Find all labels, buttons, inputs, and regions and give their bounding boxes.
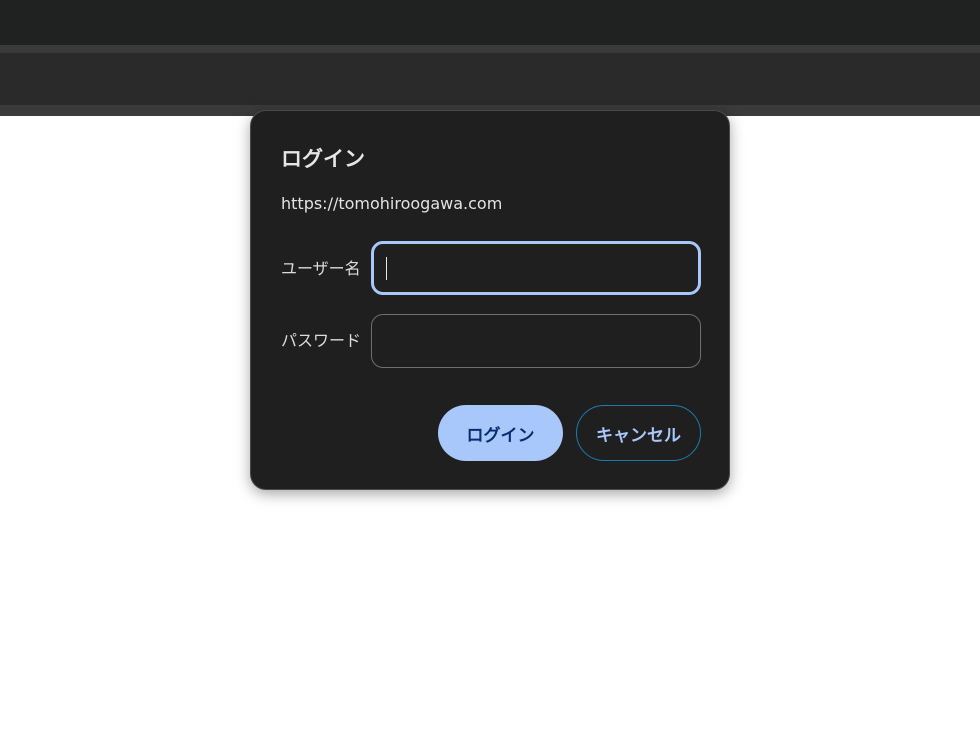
dialog-title: ログイン	[281, 147, 365, 171]
tab-strip-divider	[0, 45, 980, 53]
page: ログイン https://tomohiroogawa.com ユーザー名 パスワ…	[0, 0, 980, 735]
username-input[interactable]	[371, 241, 701, 295]
login-button[interactable]: ログイン	[438, 405, 563, 461]
password-label: パスワード	[281, 331, 362, 350]
dialog-origin-url: https://tomohiroogawa.com	[281, 194, 503, 213]
tab-strip	[0, 0, 980, 45]
cancel-button[interactable]: キャンセル	[576, 405, 701, 461]
text-caret	[386, 257, 387, 280]
password-input[interactable]	[371, 314, 701, 368]
browser-toolbar	[0, 53, 980, 105]
username-label: ユーザー名	[281, 259, 361, 278]
login-dialog: ログイン https://tomohiroogawa.com ユーザー名 パスワ…	[250, 110, 730, 490]
